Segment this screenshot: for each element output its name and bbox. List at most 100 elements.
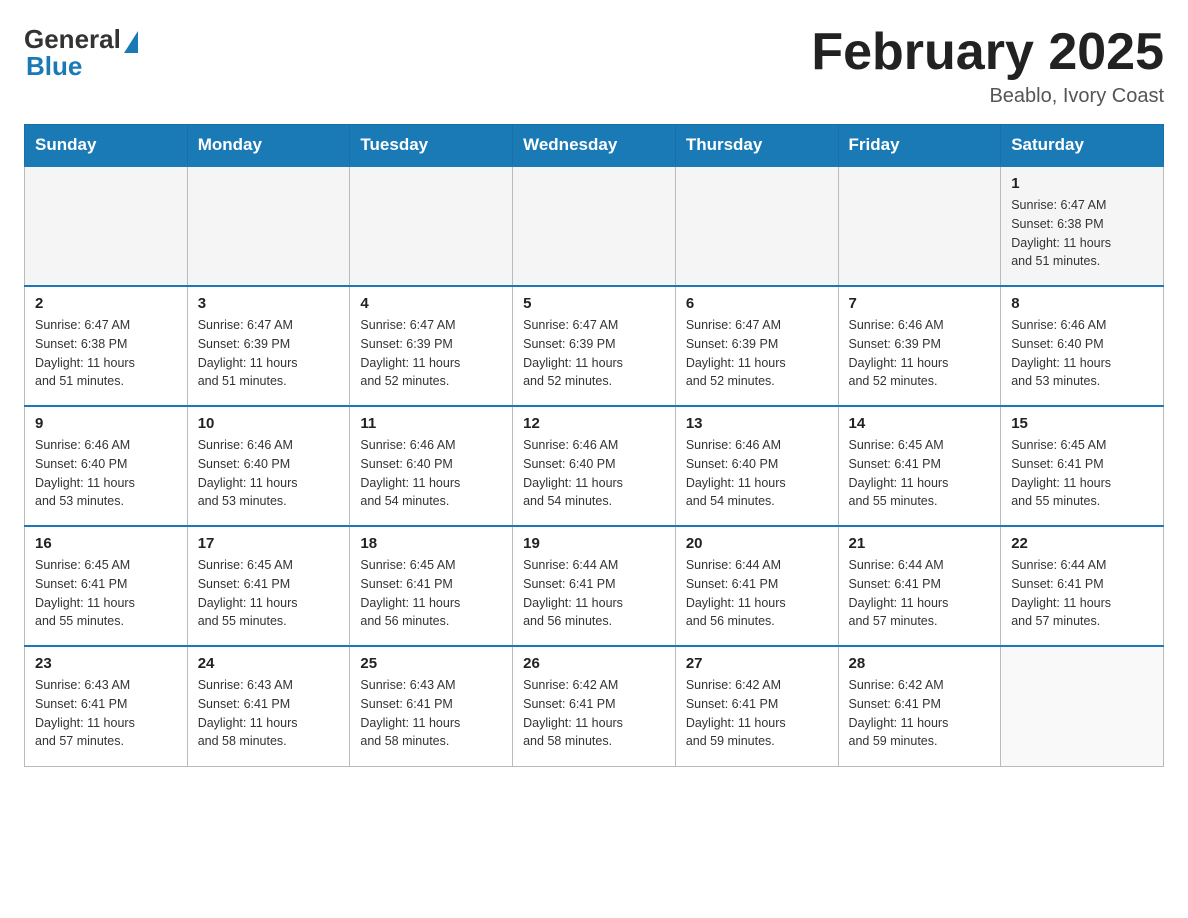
calendar-day-header: Monday [187,125,350,167]
day-number: 24 [198,655,340,672]
day-number: 28 [849,655,991,672]
day-number: 1 [1011,175,1153,192]
calendar-cell: 12 Sunrise: 6:46 AM Sunset: 6:40 PM Dayli… [513,406,676,526]
day-info: Sunrise: 6:45 AM Sunset: 6:41 PM Dayligh… [360,556,502,631]
calendar-cell [838,166,1001,286]
calendar-cell: 18 Sunrise: 6:45 AM Sunset: 6:41 PM Dayli… [350,526,513,646]
day-info: Sunrise: 6:43 AM Sunset: 6:41 PM Dayligh… [35,676,177,751]
calendar-cell: 23 Sunrise: 6:43 AM Sunset: 6:41 PM Dayli… [25,646,188,766]
calendar-day-header: Thursday [675,125,838,167]
calendar-cell: 19Sunrise: 6:44 AM Sunset: 6:41 PM Dayli… [513,526,676,646]
day-info: Sunrise: 6:47 AM Sunset: 6:39 PM Dayligh… [360,316,502,391]
day-number: 9 [35,415,177,432]
day-number: 3 [198,295,340,312]
day-info: Sunrise: 6:42 AM Sunset: 6:41 PM Dayligh… [686,676,828,751]
calendar-cell: 22 Sunrise: 6:44 AM Sunset: 6:41 PM Dayli… [1001,526,1164,646]
logo: General Blue [24,24,140,82]
day-info: Sunrise: 6:47 AM Sunset: 6:39 PM Dayligh… [686,316,828,391]
calendar-cell [25,166,188,286]
day-info: Sunrise: 6:47 AM Sunset: 6:39 PM Dayligh… [198,316,340,391]
day-number: 13 [686,415,828,432]
calendar-cell: 28 Sunrise: 6:42 AM Sunset: 6:41 PM Dayli… [838,646,1001,766]
calendar-week-row: 2 Sunrise: 6:47 AM Sunset: 6:38 PM Daylig… [25,286,1164,406]
calendar-cell: 20Sunrise: 6:44 AM Sunset: 6:41 PM Dayli… [675,526,838,646]
calendar-cell: 5 Sunrise: 6:47 AM Sunset: 6:39 PM Daylig… [513,286,676,406]
calendar-cell: 16 Sunrise: 6:45 AM Sunset: 6:41 PM Dayli… [25,526,188,646]
day-info: Sunrise: 6:46 AM Sunset: 6:40 PM Dayligh… [198,436,340,511]
calendar-day-header: Saturday [1001,125,1164,167]
day-info: Sunrise: 6:44 AM Sunset: 6:41 PM Dayligh… [686,556,828,631]
calendar-cell: 4 Sunrise: 6:47 AM Sunset: 6:39 PM Daylig… [350,286,513,406]
calendar-day-header: Wednesday [513,125,676,167]
day-info: Sunrise: 6:45 AM Sunset: 6:41 PM Dayligh… [849,436,991,511]
day-number: 8 [1011,295,1153,312]
day-number: 12 [523,415,665,432]
day-number: 6 [686,295,828,312]
calendar-cell: 25 Sunrise: 6:43 AM Sunset: 6:41 PM Dayli… [350,646,513,766]
location-label: Beablo, Ivory Coast [811,85,1164,108]
calendar-cell: 24Sunrise: 6:43 AM Sunset: 6:41 PM Dayli… [187,646,350,766]
day-number: 4 [360,295,502,312]
day-number: 23 [35,655,177,672]
calendar-cell [187,166,350,286]
day-number: 27 [686,655,828,672]
calendar-cell: 3 Sunrise: 6:47 AM Sunset: 6:39 PM Daylig… [187,286,350,406]
calendar-day-header: Friday [838,125,1001,167]
day-info: Sunrise: 6:45 AM Sunset: 6:41 PM Dayligh… [1011,436,1153,511]
day-number: 18 [360,535,502,552]
calendar-cell: 27 Sunrise: 6:42 AM Sunset: 6:41 PM Dayli… [675,646,838,766]
day-number: 22 [1011,535,1153,552]
calendar-week-row: 1 Sunrise: 6:47 AM Sunset: 6:38 PM Daylig… [25,166,1164,286]
day-info: Sunrise: 6:42 AM Sunset: 6:41 PM Dayligh… [523,676,665,751]
day-info: Sunrise: 6:44 AM Sunset: 6:41 PM Dayligh… [1011,556,1153,631]
day-number: 2 [35,295,177,312]
calendar-cell: 6 Sunrise: 6:47 AM Sunset: 6:39 PM Daylig… [675,286,838,406]
day-number: 11 [360,415,502,432]
day-info: Sunrise: 6:46 AM Sunset: 6:40 PM Dayligh… [523,436,665,511]
day-info: Sunrise: 6:46 AM Sunset: 6:40 PM Dayligh… [1011,316,1153,391]
calendar-cell [513,166,676,286]
calendar-cell: 17Sunrise: 6:45 AM Sunset: 6:41 PM Dayli… [187,526,350,646]
day-info: Sunrise: 6:46 AM Sunset: 6:40 PM Dayligh… [686,436,828,511]
calendar-cell: 26 Sunrise: 6:42 AM Sunset: 6:41 PM Dayli… [513,646,676,766]
day-number: 5 [523,295,665,312]
day-info: Sunrise: 6:47 AM Sunset: 6:38 PM Dayligh… [1011,196,1153,271]
month-title: February 2025 [811,24,1164,81]
calendar-week-row: 16 Sunrise: 6:45 AM Sunset: 6:41 PM Dayli… [25,526,1164,646]
day-info: Sunrise: 6:45 AM Sunset: 6:41 PM Dayligh… [35,556,177,631]
calendar-cell: 21 Sunrise: 6:44 AM Sunset: 6:41 PM Dayli… [838,526,1001,646]
logo-blue-text: Blue [26,51,82,82]
day-info: Sunrise: 6:47 AM Sunset: 6:39 PM Dayligh… [523,316,665,391]
calendar-cell: 11 Sunrise: 6:46 AM Sunset: 6:40 PM Dayli… [350,406,513,526]
calendar-cell: 14 Sunrise: 6:45 AM Sunset: 6:41 PM Dayli… [838,406,1001,526]
calendar-cell: 1 Sunrise: 6:47 AM Sunset: 6:38 PM Daylig… [1001,166,1164,286]
calendar-header-row: SundayMondayTuesdayWednesdayThursdayFrid… [25,125,1164,167]
day-number: 14 [849,415,991,432]
day-info: Sunrise: 6:47 AM Sunset: 6:38 PM Dayligh… [35,316,177,391]
day-number: 15 [1011,415,1153,432]
day-number: 26 [523,655,665,672]
day-info: Sunrise: 6:46 AM Sunset: 6:39 PM Dayligh… [849,316,991,391]
calendar-cell [675,166,838,286]
day-number: 16 [35,535,177,552]
day-info: Sunrise: 6:42 AM Sunset: 6:41 PM Dayligh… [849,676,991,751]
calendar-cell: 7 Sunrise: 6:46 AM Sunset: 6:39 PM Daylig… [838,286,1001,406]
calendar-cell: 13 Sunrise: 6:46 AM Sunset: 6:40 PM Dayli… [675,406,838,526]
calendar-cell: 10Sunrise: 6:46 AM Sunset: 6:40 PM Dayli… [187,406,350,526]
calendar-week-row: 9 Sunrise: 6:46 AM Sunset: 6:40 PM Daylig… [25,406,1164,526]
day-info: Sunrise: 6:44 AM Sunset: 6:41 PM Dayligh… [523,556,665,631]
calendar-day-header: Tuesday [350,125,513,167]
day-number: 21 [849,535,991,552]
day-number: 25 [360,655,502,672]
calendar-day-header: Sunday [25,125,188,167]
calendar-cell: 8 Sunrise: 6:46 AM Sunset: 6:40 PM Daylig… [1001,286,1164,406]
calendar-week-row: 23 Sunrise: 6:43 AM Sunset: 6:41 PM Dayli… [25,646,1164,766]
day-info: Sunrise: 6:46 AM Sunset: 6:40 PM Dayligh… [360,436,502,511]
day-number: 7 [849,295,991,312]
calendar-cell: 9Sunrise: 6:46 AM Sunset: 6:40 PM Daylig… [25,406,188,526]
day-info: Sunrise: 6:43 AM Sunset: 6:41 PM Dayligh… [360,676,502,751]
page-header: General Blue February 2025 Beablo, Ivory… [24,24,1164,108]
day-info: Sunrise: 6:44 AM Sunset: 6:41 PM Dayligh… [849,556,991,631]
logo-triangle-icon [124,31,138,53]
calendar-cell [1001,646,1164,766]
